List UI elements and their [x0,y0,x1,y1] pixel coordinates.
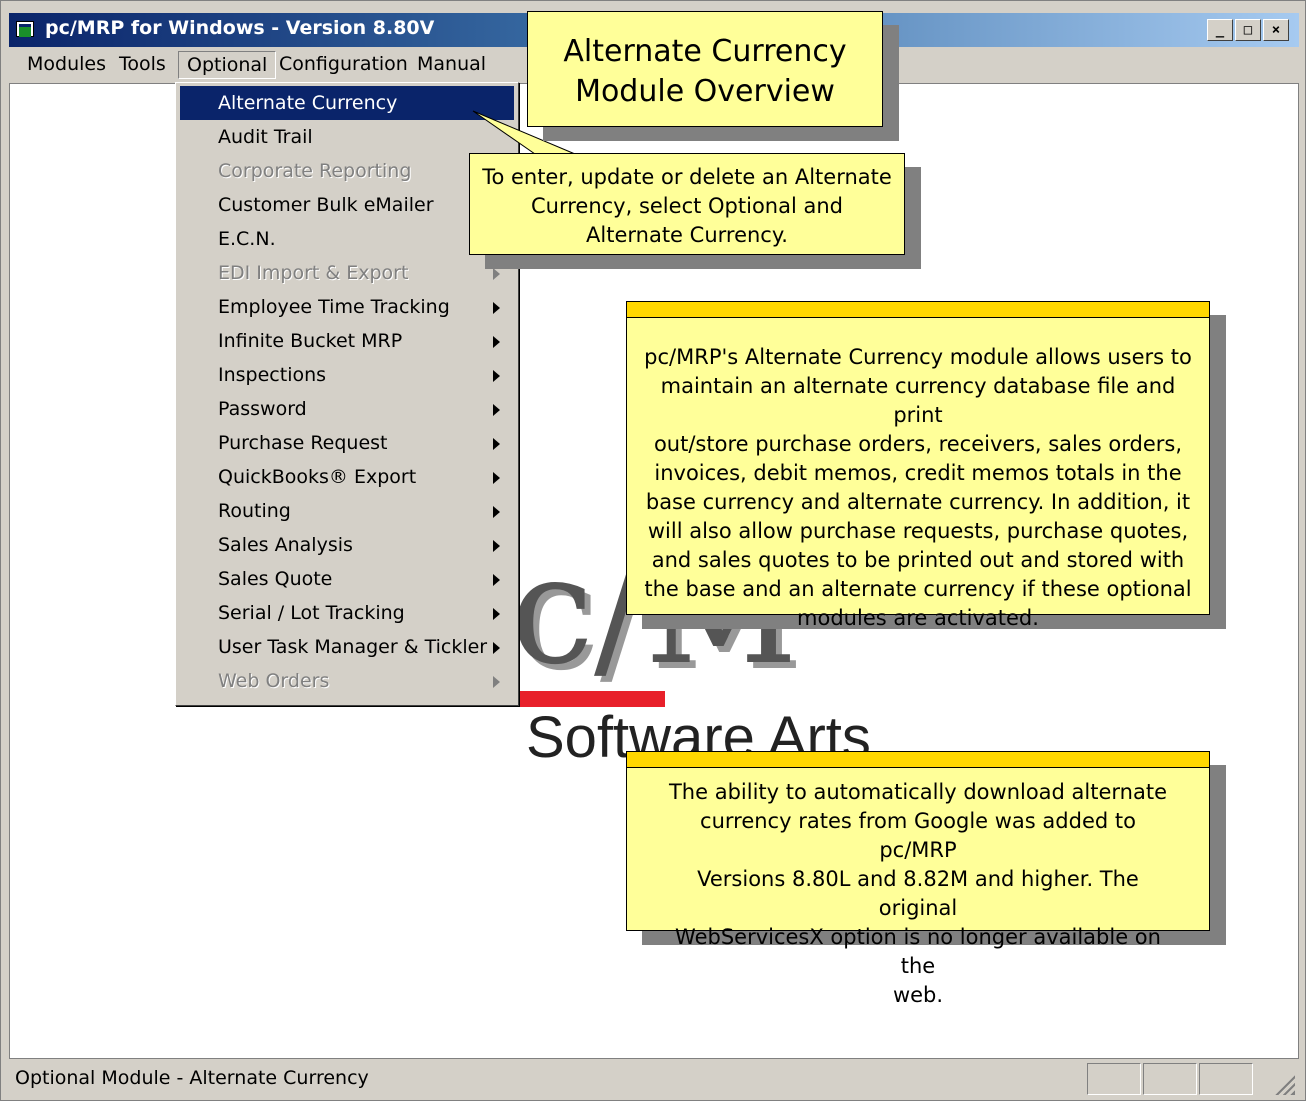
app-icon[interactable] [16,21,34,37]
submenu-arrow-icon [493,506,500,518]
callout-title-line-2: Module Overview [575,74,835,109]
submenu-arrow-icon [493,404,500,416]
note-line: web. [892,983,944,1007]
menuitem-label: E.C.N. [218,228,276,250]
menuitem-label: Sales Quote [218,568,333,590]
description-line: and sales quotes to be printed out and s… [651,548,1185,572]
submenu-arrow-icon [493,642,500,654]
menuitem-label: Password [218,398,307,420]
menuitem-label: Purchase Request [218,432,388,454]
submenu-arrow-icon [493,540,500,552]
download-note-callout: The ability to automatically download al… [626,751,1210,1007]
submenu-arrow-icon [493,370,500,382]
instruction-callout: To enter, update or delete an Alternate … [469,153,905,255]
status-panel-2 [1143,1063,1197,1095]
submenu-arrow-icon [493,676,500,688]
menuitem-alternate-currency[interactable]: Alternate Currency [180,86,514,120]
menuitem-serial-lot-tracking[interactable]: Serial / Lot Tracking [180,596,514,630]
menu-optional[interactable]: Optional [178,51,277,79]
resize-grip-icon[interactable] [1273,1073,1295,1095]
menuitem-sales-analysis[interactable]: Sales Analysis [180,528,514,562]
menuitem-label: Infinite Bucket MRP [218,330,403,352]
note-line: The ability to automatically download al… [668,780,1168,804]
note-line: Versions 8.80L and 8.82M and higher. The… [697,867,1139,920]
menuitem-routing[interactable]: Routing [180,494,514,528]
callout-title-line-1: Alternate Currency [563,34,847,69]
menuitem-infinite-bucket-mrp[interactable]: Infinite Bucket MRP [180,324,514,358]
status-text: Optional Module - Alternate Currency [15,1067,369,1089]
menuitem-label: Audit Trail [218,126,313,148]
menuitem-edi-import-export: EDI Import & Export [180,256,514,290]
module-description-callout: pc/MRP's Alternate Currency module allow… [626,301,1210,630]
description-line: maintain an alternate currency database … [660,374,1176,427]
menuitem-label: Serial / Lot Tracking [218,602,405,624]
menuitem-customer-bulk-emailer[interactable]: Customer Bulk eMailer [180,188,514,222]
menuitem-quickbooks-export[interactable]: QuickBooks® Export [180,460,514,494]
instruction-line: Currency, select Optional and [530,194,843,218]
optional-menu-dropdown: Alternate Currency Audit Trail Corporate… [175,82,519,706]
maximize-button[interactable]: □ [1235,19,1261,41]
description-line: pc/MRP's Alternate Currency module allow… [644,345,1192,369]
menuitem-label: Customer Bulk eMailer [218,194,434,216]
description-line: will also allow purchase requests, purch… [647,519,1189,543]
note-line: currency rates from Google was added to … [700,809,1136,862]
menuitem-user-task-manager-tickler[interactable]: User Task Manager & Tickler [180,630,514,664]
menu-manual[interactable]: Manual [409,51,494,79]
menuitem-label: User Task Manager & Tickler [218,636,488,658]
submenu-arrow-icon [493,302,500,314]
description-line: the base and an alternate currency if th… [644,577,1192,601]
description-line: invoices, debit memos, credit memos tota… [654,461,1182,485]
callout-header-bar [627,302,1209,318]
description-line: out/store purchase orders, receivers, sa… [653,432,1183,456]
instruction-line: Alternate Currency. [586,223,788,247]
close-button[interactable]: × [1263,19,1289,41]
menuitem-employee-time-tracking[interactable]: Employee Time Tracking [180,290,514,324]
menuitem-label: Employee Time Tracking [218,296,450,318]
submenu-arrow-icon [493,438,500,450]
menuitem-audit-trail[interactable]: Audit Trail [180,120,514,154]
menu-configuration[interactable]: Configuration [271,51,416,79]
menuitem-ecn[interactable]: E.C.N. [180,222,514,256]
description-line: modules are activated. [797,606,1039,630]
menuitem-label: EDI Import & Export [218,262,409,284]
description-line: base currency and alternate currency. In… [645,490,1191,514]
menuitem-inspections[interactable]: Inspections [180,358,514,392]
menuitem-label: Inspections [218,364,327,386]
menuitem-corporate-reporting: Corporate Reporting [180,154,514,188]
window-controls: _ □ × [1207,19,1289,41]
callout-header-bar [627,752,1209,768]
menuitem-web-orders: Web Orders [180,664,514,698]
menu-modules[interactable]: Modules [19,51,114,79]
status-bar: Optional Module - Alternate Currency [9,1059,1299,1097]
menuitem-label: QuickBooks® Export [218,466,417,488]
note-line: WebServicesX option is no longer availab… [675,925,1161,978]
overview-title-callout: Alternate Currency Module Overview [527,11,883,127]
menuitem-sales-quote[interactable]: Sales Quote [180,562,514,596]
menuitem-label: Corporate Reporting [218,160,412,182]
instruction-line: To enter, update or delete an Alternate [482,165,892,189]
submenu-arrow-icon [493,472,500,484]
status-panel-3 [1199,1063,1253,1095]
menuitem-label: Routing [218,500,291,522]
menuitem-purchase-request[interactable]: Purchase Request [180,426,514,460]
menuitem-label: Sales Analysis [218,534,353,556]
submenu-arrow-icon [493,268,500,280]
menuitem-label: Web Orders [218,670,330,692]
submenu-arrow-icon [493,336,500,348]
minimize-button[interactable]: _ [1207,19,1233,41]
window-title: pc/MRP for Windows - Version 8.80V [45,17,435,39]
menu-tools[interactable]: Tools [111,51,174,79]
submenu-arrow-icon [493,574,500,586]
menuitem-label: Alternate Currency [218,92,398,114]
status-panel-1 [1087,1063,1141,1095]
menuitem-password[interactable]: Password [180,392,514,426]
application-window: pc/MRP for Windows - Version 8.80V _ □ ×… [0,0,1306,1101]
submenu-arrow-icon [493,608,500,620]
